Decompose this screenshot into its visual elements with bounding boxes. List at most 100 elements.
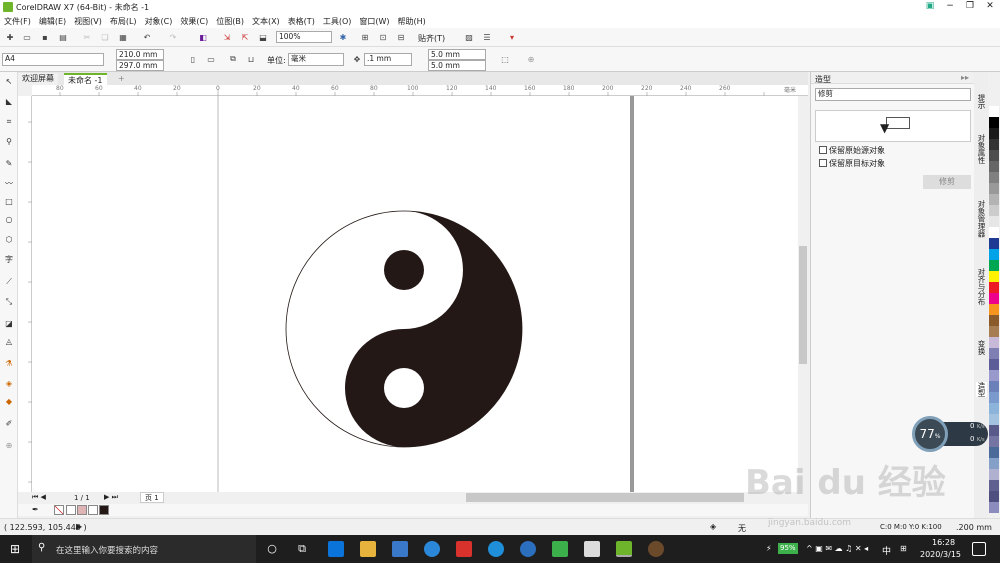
add-preset-icon[interactable]: ⊕ — [524, 52, 538, 66]
play-icon[interactable]: ▶ — [76, 522, 82, 531]
palette-swatch[interactable] — [989, 381, 999, 392]
media-player-icon[interactable] — [552, 541, 568, 557]
ime-indicator[interactable]: 中 — [882, 544, 891, 557]
palette-swatch[interactable] — [989, 502, 999, 513]
interactive-fill-icon[interactable]: ◈ — [3, 378, 15, 390]
drawing-canvas[interactable] — [32, 96, 798, 492]
export-icon[interactable]: ⇱ — [238, 30, 252, 44]
save-icon[interactable]: ▪ — [38, 30, 52, 44]
horizontal-scroll-thumb[interactable] — [466, 493, 744, 502]
horizontal-ruler[interactable]: 80 60 40 20 0 20 40 60 80 100 120 140 16… — [32, 85, 808, 96]
tab-shaping[interactable]: 造型 — [976, 382, 987, 397]
tab-object-manager[interactable]: 对象管理器 — [976, 200, 987, 238]
taskbar-search[interactable]: ⚲ 在这里输入你要搜索的内容 — [32, 535, 256, 563]
yin-dot[interactable] — [384, 250, 424, 290]
freehand-tool-icon[interactable]: ✎ — [3, 158, 15, 170]
menu-tools[interactable]: 工具(O) — [323, 16, 352, 27]
clock-time[interactable]: 16:28 — [932, 538, 955, 547]
shape-tool-icon[interactable]: ◣ — [3, 96, 15, 108]
palette-swatch[interactable] — [989, 326, 999, 337]
parallel-dimension-icon[interactable]: ⟋ — [3, 276, 15, 288]
new-icon[interactable]: ✚ — [3, 30, 17, 44]
palette-swatch[interactable] — [989, 172, 999, 183]
office-app-icon[interactable] — [456, 541, 472, 557]
network-speed-widget[interactable]: 77% 0 K/s 0 K/s — [912, 416, 988, 452]
add-tab-button[interactable]: + — [114, 73, 129, 85]
palette-swatch[interactable] — [989, 491, 999, 502]
notification-icon[interactable] — [972, 542, 986, 556]
duplicate-y-field[interactable]: 5.0 mm — [428, 60, 486, 71]
palette-swatch[interactable] — [989, 139, 999, 150]
text-tool-icon[interactable]: 字 — [3, 254, 15, 266]
app-launcher-icon[interactable]: ☰ — [480, 30, 494, 44]
menu-window[interactable]: 窗口(W) — [359, 16, 389, 27]
palette-swatch[interactable] — [989, 183, 999, 194]
yang-dot[interactable] — [384, 368, 424, 408]
drop-shadow-icon[interactable]: ◪ — [3, 318, 15, 330]
clock-date[interactable]: 2020/3/15 — [920, 550, 961, 559]
transparency-icon[interactable]: ◬ — [3, 336, 15, 348]
tab-transform[interactable]: 变换 — [976, 340, 987, 355]
user-app-icon[interactable] — [648, 541, 664, 557]
menu-layout[interactable]: 布局(L) — [110, 16, 137, 27]
document-swatch[interactable] — [99, 505, 109, 515]
page-height-field[interactable]: 297.0 mm — [116, 60, 164, 71]
vertical-scrollbar[interactable] — [798, 96, 808, 492]
menu-effects[interactable]: 效果(C) — [180, 16, 208, 27]
palette-swatch[interactable] — [989, 359, 999, 370]
keyboard-icon[interactable]: ⊞ — [900, 544, 907, 553]
clock-app-icon[interactable] — [424, 541, 440, 557]
options-icon[interactable]: ▨ — [462, 30, 476, 44]
artistic-media-icon[interactable]: 〰 — [3, 178, 15, 190]
tray-icons[interactable]: ^ ▣ ✉ ☁ ♫ ✕ ◂ — [806, 544, 868, 553]
tab-welcome-screen[interactable]: 欢迎屏幕 — [18, 73, 58, 85]
tab-object-properties[interactable]: 对象属性 — [976, 134, 987, 164]
task-view-icon[interactable]: ○ — [264, 541, 280, 557]
smart-fill-icon[interactable]: ◆ — [3, 396, 15, 408]
import-icon[interactable]: ⇲ — [220, 30, 234, 44]
menu-object[interactable]: 对象(C) — [145, 16, 173, 27]
page-nav-arrows-icon[interactable]: ⏮ ◀ — [32, 493, 46, 502]
landscape-icon[interactable]: ▭ — [204, 52, 218, 66]
yin-yang-symbol[interactable] — [285, 210, 523, 448]
color-eyedropper-icon[interactable]: ⚗ — [3, 358, 15, 370]
outline-pen-icon[interactable]: ✐ — [3, 418, 15, 430]
duplicate-x-field[interactable]: 5.0 mm — [428, 49, 486, 60]
shaping-mode-select[interactable]: 修剪 — [815, 88, 971, 101]
menu-edit[interactable]: 编辑(E) — [39, 16, 66, 27]
palette-swatch[interactable] — [989, 216, 999, 227]
palette-swatch[interactable] — [989, 480, 999, 491]
page-nav-next-icon[interactable]: ▶ ⏭ — [104, 493, 118, 502]
palette-swatch[interactable] — [989, 337, 999, 348]
eyedropper-icon[interactable]: ✒ — [32, 505, 39, 514]
page-tab[interactable]: 页 1 — [140, 492, 164, 503]
keep-source-checkbox[interactable] — [819, 146, 827, 154]
palette-swatch[interactable] — [989, 128, 999, 139]
tab-hints[interactable]: 提示 — [976, 94, 987, 109]
palette-swatch[interactable] — [989, 260, 999, 271]
full-screen-icon[interactable]: ✱ — [336, 30, 350, 44]
palette-swatch[interactable] — [989, 414, 999, 425]
palette-swatch[interactable] — [989, 271, 999, 282]
page-width-field[interactable]: 210.0 mm — [116, 49, 164, 60]
unit-select[interactable]: 毫米 — [288, 53, 344, 66]
menu-text[interactable]: 文本(X) — [252, 16, 280, 27]
nudge-distance-field[interactable]: .1 mm — [364, 53, 412, 66]
pick-tool-icon[interactable]: ↖ — [3, 76, 15, 88]
trim-apply-button[interactable]: 修剪 — [923, 175, 971, 189]
menu-file[interactable]: 文件(F) — [4, 16, 31, 27]
coreldraw-taskbar-icon[interactable] — [616, 541, 632, 557]
close-button[interactable]: ✕ — [980, 0, 1000, 14]
tab-align-distribute[interactable]: 对齐与分布 — [976, 268, 987, 306]
palette-swatch[interactable] — [989, 293, 999, 304]
ellipse-tool-icon[interactable]: ○ — [3, 214, 15, 226]
palette-swatch[interactable] — [989, 106, 999, 117]
show-guides-icon[interactable]: ⊟ — [394, 30, 408, 44]
palette-swatch[interactable] — [989, 392, 999, 403]
menu-view[interactable]: 视图(V) — [74, 16, 102, 27]
toolbar-customize-icon[interactable]: ▾ — [505, 30, 519, 44]
publish-pdf-icon[interactable]: ⬓ — [256, 30, 270, 44]
zoom-select[interactable]: 100% — [276, 31, 332, 43]
minimize-button[interactable]: − — [940, 0, 960, 14]
palette-swatch[interactable] — [989, 227, 999, 238]
